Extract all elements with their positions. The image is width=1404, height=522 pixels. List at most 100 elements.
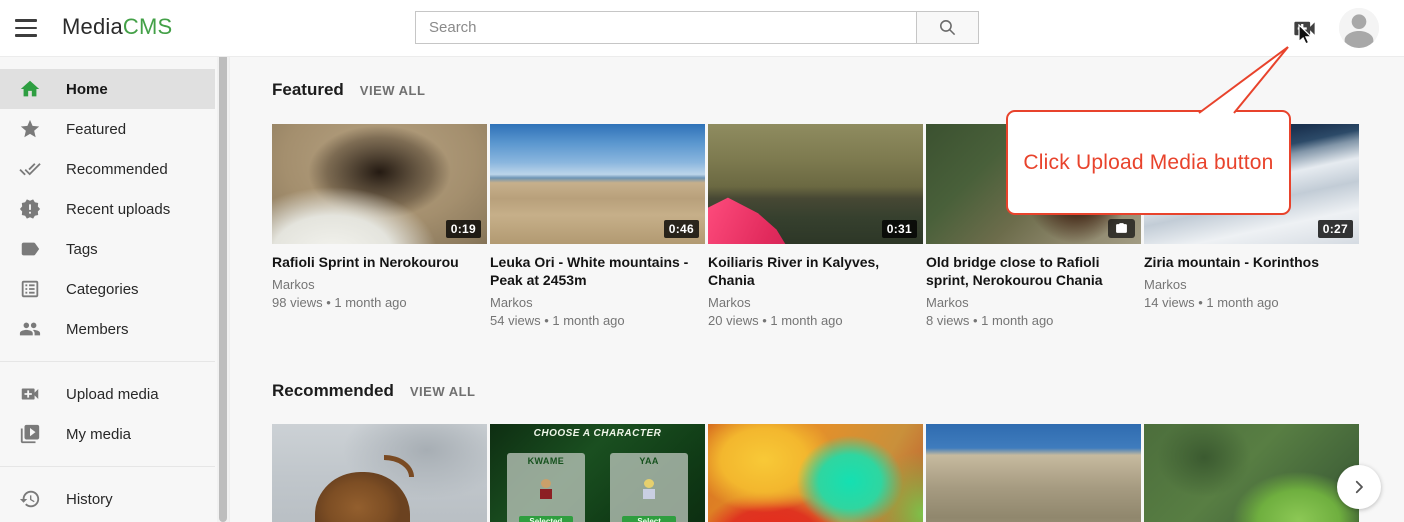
video-library-icon xyxy=(18,422,42,446)
sidebar-item-my-media[interactable]: My media xyxy=(0,414,215,454)
recommended-view-all-link[interactable]: VIEW ALL xyxy=(410,384,476,399)
sidebar-item-upload-media[interactable]: Upload media xyxy=(0,374,215,414)
mediacms-home-page: MediaCMS xyxy=(0,0,1404,522)
sidebar-item-recommended[interactable]: Recommended xyxy=(0,149,215,189)
video-thumbnail[interactable] xyxy=(708,424,923,522)
video-author: Markos xyxy=(708,295,923,310)
video-thumbnail[interactable]: CHOOSE A CHARACTER KWAME Selected YAA Se… xyxy=(490,424,705,522)
game-thumb-button: Select xyxy=(622,516,676,522)
sidebar-divider xyxy=(0,466,215,467)
sidebar-item-members[interactable]: Members xyxy=(0,309,215,349)
camera-icon xyxy=(1115,222,1128,235)
sidebar-item-label: Recent uploads xyxy=(66,201,170,218)
video-title[interactable]: Leuka Ori - White mountains - Peak at 24… xyxy=(490,253,705,289)
duration-badge: 0:31 xyxy=(882,220,917,238)
video-card xyxy=(926,424,1141,522)
video-thumbnail[interactable]: 0:31 xyxy=(708,124,923,244)
sidebar-item-history[interactable]: History xyxy=(0,479,215,519)
search-bar xyxy=(415,11,979,44)
featured-view-all-link[interactable]: VIEW ALL xyxy=(360,83,426,98)
video-author: Markos xyxy=(272,277,487,292)
sidebar: Home Featured Recommended Recent uploads… xyxy=(0,57,215,522)
scrollbar-thumb[interactable] xyxy=(219,50,227,522)
search-button[interactable] xyxy=(916,11,979,44)
video-thumbnail[interactable] xyxy=(926,424,1141,522)
content-divider xyxy=(229,57,230,522)
video-card xyxy=(272,424,487,522)
photo-badge xyxy=(1108,219,1135,238)
sidebar-item-recent-uploads[interactable]: Recent uploads xyxy=(0,189,215,229)
sidebar-item-featured[interactable]: Featured xyxy=(0,109,215,149)
home-icon xyxy=(18,77,42,101)
game-thumb-name: KWAME xyxy=(507,456,584,466)
done-all-icon xyxy=(18,157,42,181)
sidebar-item-tags[interactable]: Tags xyxy=(0,229,215,269)
thumbnail-art: YAA Select xyxy=(610,453,687,522)
duration-badge: 0:19 xyxy=(446,220,481,238)
sidebar-item-label: History xyxy=(66,491,113,508)
video-title[interactable]: Ziria mountain - Korinthos xyxy=(1144,253,1359,271)
video-call-icon xyxy=(18,382,42,406)
new-releases-icon xyxy=(18,197,42,221)
thumbnail-art: KWAME Selected xyxy=(507,453,584,522)
video-card: 0:31 Koiliaris River in Kalyves, Chania … xyxy=(708,124,923,328)
video-author: Markos xyxy=(490,295,705,310)
history-icon xyxy=(18,487,42,511)
search-icon xyxy=(938,18,957,37)
duration-badge: 0:46 xyxy=(664,220,699,238)
video-card xyxy=(708,424,923,522)
video-title[interactable]: Koiliaris River in Kalyves, Chania xyxy=(708,253,923,289)
video-meta: 8 views • 1 month ago xyxy=(926,313,1141,328)
person-icon xyxy=(1339,8,1379,48)
sidebar-item-label: Categories xyxy=(66,281,139,298)
section-title-recommended: Recommended xyxy=(272,381,394,401)
video-meta: 14 views • 1 month ago xyxy=(1144,295,1359,310)
sidebar-item-label: Upload media xyxy=(66,386,159,403)
user-avatar[interactable] xyxy=(1339,8,1379,48)
sidebar-item-categories[interactable]: Categories xyxy=(0,269,215,309)
video-card xyxy=(1144,424,1359,522)
game-thumb-name: YAA xyxy=(610,456,687,466)
sidebar-divider xyxy=(0,361,215,362)
thumbnail-art xyxy=(642,479,656,503)
featured-section-header: Featured VIEW ALL xyxy=(272,80,425,100)
video-thumbnail[interactable] xyxy=(1144,424,1359,522)
search-input[interactable] xyxy=(415,11,917,44)
sidebar-item-label: Featured xyxy=(66,121,126,138)
game-thumb-title: CHOOSE A CHARACTER xyxy=(490,428,705,439)
section-title-featured: Featured xyxy=(272,80,344,100)
video-title[interactable]: Old bridge close to Rafioli sprint, Nero… xyxy=(926,253,1141,289)
annotation-text: Click Upload Media button xyxy=(1023,151,1273,175)
thumbnail-art xyxy=(708,189,833,244)
categories-icon xyxy=(18,277,42,301)
video-thumbnail[interactable]: 0:46 xyxy=(490,124,705,244)
recommended-row: CHOOSE A CHARACTER KWAME Selected YAA Se… xyxy=(272,424,1359,522)
sidebar-scrollbar[interactable] xyxy=(217,50,229,522)
logo-text-cms: CMS xyxy=(123,14,173,39)
people-icon xyxy=(18,317,42,341)
top-bar: MediaCMS xyxy=(0,0,1404,57)
thumbnail-art xyxy=(384,455,414,477)
video-thumbnail[interactable] xyxy=(272,424,487,522)
thumbnail-art xyxy=(315,472,410,522)
duration-badge: 0:27 xyxy=(1318,220,1353,238)
star-icon xyxy=(18,117,42,141)
carousel-next-button[interactable] xyxy=(1337,465,1381,509)
video-card: 0:46 Leuka Ori - White mountains - Peak … xyxy=(490,124,705,328)
video-card: 0:19 Rafioli Sprint in Nerokourou Markos… xyxy=(272,124,487,328)
logo-text-media: Media xyxy=(62,14,123,39)
video-card: CHOOSE A CHARACTER KWAME Selected YAA Se… xyxy=(490,424,705,522)
video-meta: 20 views • 1 month ago xyxy=(708,313,923,328)
video-thumbnail[interactable]: 0:19 xyxy=(272,124,487,244)
sidebar-item-label: Recommended xyxy=(66,161,168,178)
sidebar-item-home[interactable]: Home xyxy=(0,69,215,109)
menu-icon[interactable] xyxy=(15,17,39,39)
sidebar-item-label: Members xyxy=(66,321,129,338)
video-call-icon xyxy=(1291,15,1318,42)
video-title[interactable]: Rafioli Sprint in Nerokourou xyxy=(272,253,487,271)
upload-media-button[interactable] xyxy=(1290,14,1318,42)
sidebar-item-label: Home xyxy=(66,81,108,98)
video-meta: 98 views • 1 month ago xyxy=(272,295,487,310)
app-logo[interactable]: MediaCMS xyxy=(62,14,172,40)
tag-icon xyxy=(18,237,42,261)
